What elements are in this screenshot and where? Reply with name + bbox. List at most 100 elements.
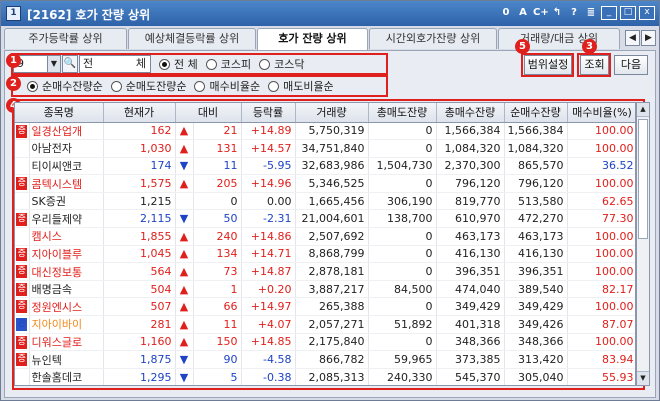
table-row[interactable]: 관 지아이바이 281 ▲ 11 +4.07 2,057,271 51,892 401,318 3… [15,315,635,334]
up-arrow-icon: ▲ [175,174,194,193]
change-amount: 66 [193,297,242,317]
current-price: 281 [103,315,176,334]
stock-name: 디워스글로 [29,333,104,352]
font-tool-icon[interactable]: A [516,6,530,20]
total-sell-balance: 0 [368,139,437,158]
col-header-total-buy[interactable]: 총매수잔량 [436,103,505,123]
table-row[interactable]: 티이씨앤코 174 ▼ 11 -5.95 32,683,986 1,504,730 2,370… [15,157,635,176]
title-bar[interactable]: 1 [2162] 호가 잔량 상위 0 A C+ ↰ ? ≣ _ □ x [1,1,659,26]
table-header-row: 종목명 현재가 대비 등락률 거래량 총매도잔량 총매수잔량 순매수잔량 매수비… [15,103,635,123]
next-button[interactable]: 다음 [614,55,648,75]
row-flag: 증 [15,122,30,141]
tab-expected-change[interactable]: 예상체결등락률 상위 [128,28,256,49]
col-header-change[interactable]: 대비 [175,103,242,123]
total-sell-balance: 84,500 [368,280,437,299]
row-flag: 증 [15,262,30,281]
volume: 2,057,271 [295,315,369,334]
row-flag [15,192,30,211]
col-header-name[interactable]: 종목명 [15,103,104,123]
stock-name: 대신정보통 [29,262,104,281]
tab-prev-icon[interactable]: ◀ [625,30,640,46]
minimize-button[interactable]: _ [601,6,617,20]
total-sell-balance: 306,190 [368,192,437,211]
current-price: 1,295 [103,368,176,385]
tab-after-hours-balance[interactable]: 시간외호가잔량 상위 [369,28,497,49]
change-rate: +4.07 [241,315,296,334]
status-badge: 증 [16,300,28,314]
status-badge: 관 [16,318,28,332]
col-header-volume[interactable]: 거래량 [295,103,369,123]
table-row[interactable]: 증 콤텍시스템 1,575 ▲ 205 +14.96 5,346,525 0 796,120 79… [15,174,635,193]
volume: 2,175,840 [295,333,369,352]
close-button[interactable]: x [639,6,655,20]
scroll-thumb[interactable] [638,119,648,239]
row-flag: 증 [15,333,30,352]
tab-next-icon[interactable]: ▶ [641,30,656,46]
stock-name: 아남전자 [29,139,104,158]
table-row[interactable]: 아남전자 1,030 ▲ 131 +14.57 34,751,840 0 1,084,320 1… [15,139,635,158]
change-amount: 131 [193,139,242,158]
result-grid: 종목명 현재가 대비 등락률 거래량 총매도잔량 총매수잔량 순매수잔량 매수비… [14,102,636,386]
change-rate: -4.58 [241,350,296,369]
row-flag [15,227,30,246]
window-title: [2162] 호가 잔량 상위 [27,8,151,22]
table-row[interactable]: 증 지아이블루 1,045 ▲ 134 +14.71 8,868,799 0 416,130 41… [15,245,635,264]
change-rate: +14.89 [241,122,296,141]
col-header-buy-ratio[interactable]: 매수비율(%) [567,103,635,123]
table-row[interactable]: 증 배명금속 504 ▲ 1 +0.20 3,887,217 84,500 474,040 389… [15,280,635,299]
app-icon[interactable]: 1 [6,6,21,21]
volume: 2,085,313 [295,368,369,385]
total-buy-balance: 463,173 [436,227,505,246]
maximize-button[interactable]: □ [620,6,636,20]
col-header-price[interactable]: 현재가 [103,103,176,123]
col-header-rate[interactable]: 등락률 [241,103,296,123]
col-header-net-buy[interactable]: 순매수잔량 [504,103,568,123]
pin-tool-icon[interactable]: ↰ [550,6,564,20]
total-buy-balance: 610,970 [436,209,505,229]
total-sell-balance: 51,892 [368,315,437,334]
table-row[interactable]: 증 일경산업개 162 ▲ 21 +14.89 5,750,319 0 1,566,384 1,5… [15,122,635,141]
table-row[interactable]: 증 우리들제약 2,115 ▼ 50 -2.31 21,004,601 138,700 610,… [15,209,635,229]
row-flag [15,139,30,158]
scroll-up-icon[interactable]: ▲ [637,103,649,117]
row-flag: 증 [15,245,30,264]
stock-name: 우리들제약 [29,209,104,229]
range-settings-button[interactable]: 범위설정 [524,55,572,75]
change-amount: 21 [193,122,242,141]
link-tool-icon[interactable]: 0 [499,6,513,20]
tab-price-change[interactable]: 주가등락률 상위 [4,28,127,49]
table-row[interactable]: 증 정원엔시스 507 ▲ 66 +14.97 265,388 0 349,429 349,429… [15,297,635,317]
direction-arrow [175,192,194,211]
row-flag [15,368,30,385]
table-row[interactable]: SK증권 1,215 0 0.00 1,665,456 306,190 819,770 513… [15,192,635,211]
buy-ratio: 100.00 [567,245,635,264]
up-arrow-icon: ▲ [175,227,194,246]
current-price: 564 [103,262,176,281]
table-row[interactable]: 증 뉴인텍 1,875 ▼ 90 -4.58 866,782 59,965 373,385 313… [15,350,635,369]
volume: 34,751,840 [295,139,369,158]
total-buy-balance: 401,318 [436,315,505,334]
table-row[interactable]: 한솔홈데코 1,295 ▼ 5 -0.38 2,085,313 240,330 545,370… [15,368,635,385]
volume: 2,507,692 [295,227,369,246]
add-tool-icon[interactable]: C+ [533,6,549,20]
vertical-scrollbar[interactable]: ▲ ▼ [636,102,650,386]
change-rate: +14.57 [241,139,296,158]
status-badge: 증 [16,247,28,261]
table-row[interactable]: 캠시스 1,855 ▲ 240 +14.86 2,507,692 0 463,173 463,1… [15,227,635,246]
main-panel: 9 ▼ 🔍 전 체 전 체 코스피 코스닥 순매수잔량순 순매도잔량순 매수비율… [4,39,656,398]
col-header-total-sell[interactable]: 총매도잔량 [368,103,437,123]
status-badge: 증 [16,335,28,349]
stock-name: 지아이바이 [29,315,104,334]
help-icon[interactable]: ? [567,6,581,20]
table-row[interactable]: 증 디워스글로 1,160 ▲ 150 +14.85 2,175,840 0 348,366 34… [15,333,635,352]
change-amount: 90 [193,350,242,369]
table-row[interactable]: 증 대신정보통 564 ▲ 73 +14.87 2,878,181 0 396,351 396,3… [15,262,635,281]
query-button[interactable]: 조회 [580,55,609,75]
status-badge: 증 [16,124,28,138]
badge-3: 3 [582,39,597,54]
menu-icon[interactable]: ≣ [584,6,598,20]
scroll-down-icon[interactable]: ▼ [637,371,649,385]
change-amount: 73 [193,262,242,281]
tab-order-balance[interactable]: 호가 잔량 상위 [257,28,368,50]
stock-name: 정원엔시스 [29,297,104,317]
